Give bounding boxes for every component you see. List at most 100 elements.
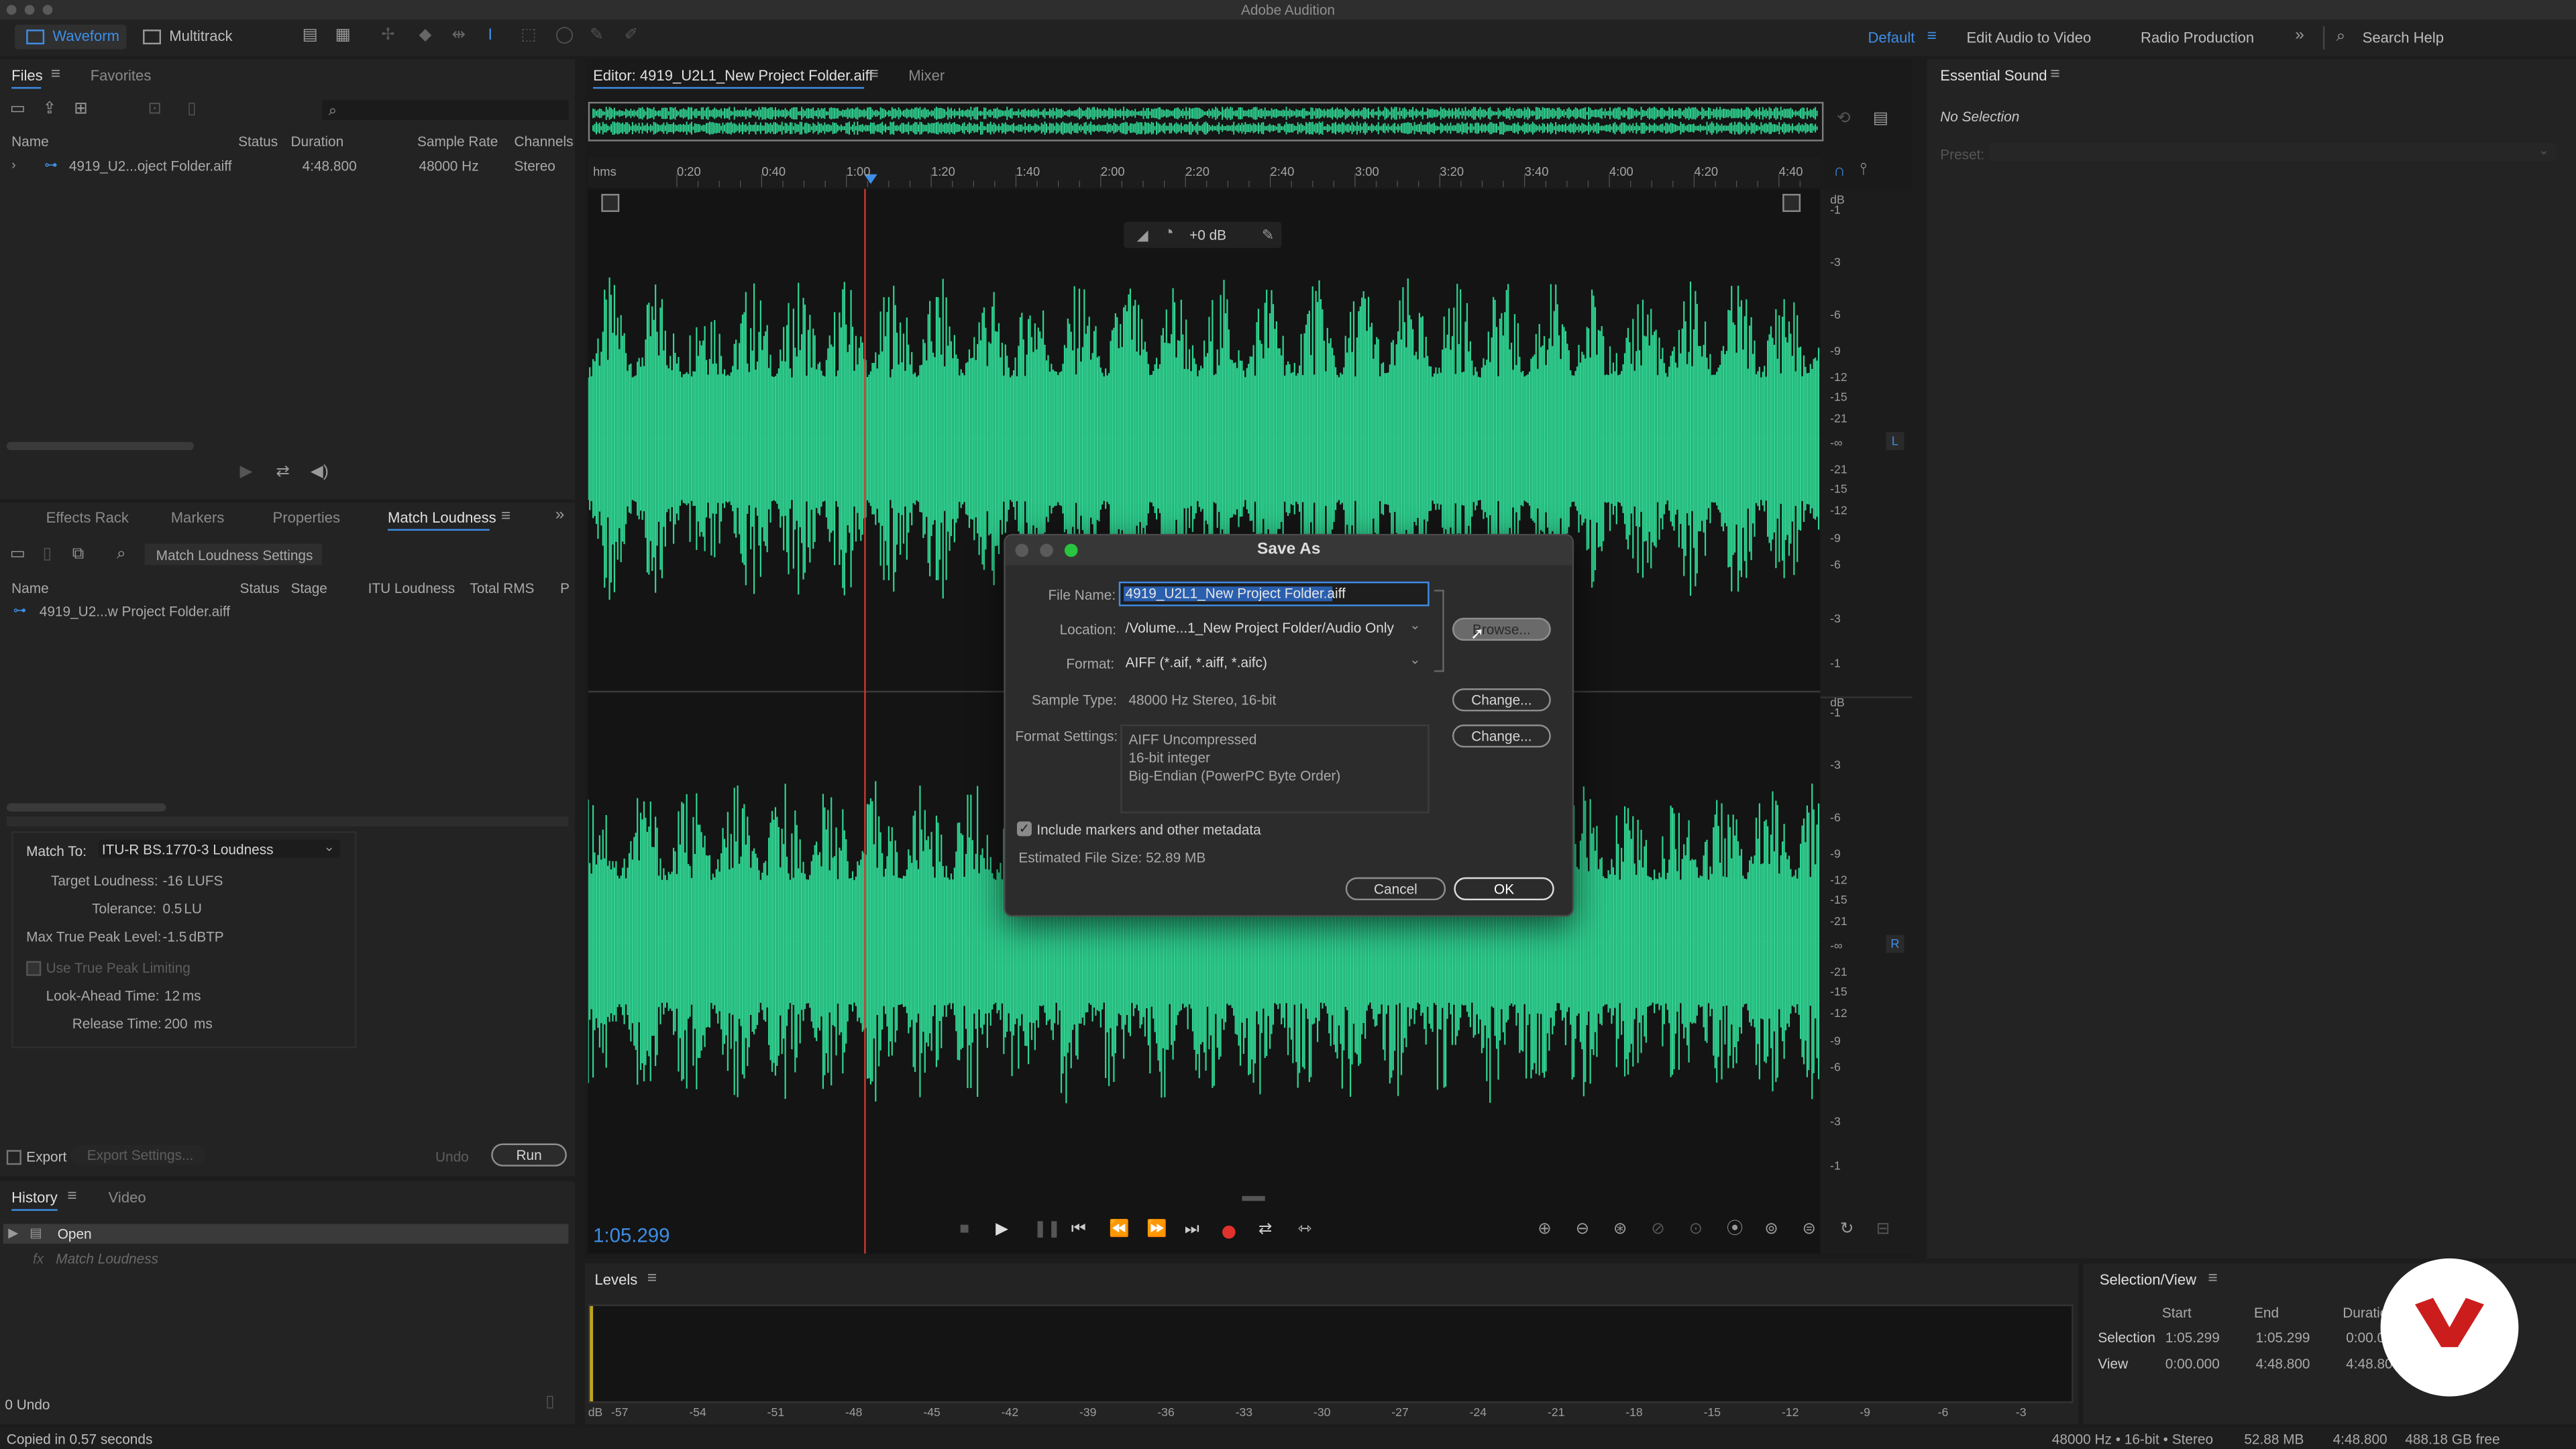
- close-file-icon[interactable]: ▯: [187, 101, 197, 118]
- col-p[interactable]: P: [560, 580, 570, 596]
- include-markers-checkbox[interactable]: ✓: [1016, 821, 1032, 837]
- previous-icon[interactable]: ⏮: [1071, 1222, 1086, 1238]
- horizontal-scroll-handle[interactable]: [1242, 1195, 1265, 1201]
- open-file-icon[interactable]: ▭: [10, 101, 25, 118]
- gain-knob-icon[interactable]: ◔: [1163, 224, 1174, 242]
- col-stage[interactable]: Stage: [290, 580, 327, 596]
- col-total-rms[interactable]: Total RMS: [470, 580, 534, 596]
- new-file-icon[interactable]: ⊞: [74, 101, 88, 118]
- search-help-input[interactable]: Search Help: [2363, 30, 2444, 46]
- channel-left-toggle[interactable]: L: [1886, 432, 1904, 451]
- fade-in-handle[interactable]: [601, 193, 620, 212]
- expand-chevron-icon[interactable]: ›: [11, 158, 16, 174]
- release-time-value[interactable]: 200: [164, 1015, 188, 1031]
- export-checkbox[interactable]: [6, 1150, 21, 1165]
- tab-match-loudness[interactable]: Match Loudness: [388, 509, 496, 525]
- col-duration[interactable]: Duration: [290, 133, 343, 149]
- pin-icon[interactable]: ✎: [1262, 227, 1274, 243]
- workspace-default[interactable]: Default: [1868, 30, 1915, 46]
- ok-button[interactable]: OK: [1454, 877, 1554, 901]
- col-sample-rate[interactable]: Sample Rate: [417, 133, 498, 149]
- next-icon[interactable]: ⏭: [1185, 1222, 1199, 1238]
- sv-view-start[interactable]: 0:00.000: [2165, 1355, 2220, 1371]
- slip-tool-icon[interactable]: ⇹: [451, 27, 466, 44]
- open-folder-icon[interactable]: ▭: [10, 546, 25, 564]
- workspace-menu-icon[interactable]: ≡: [1927, 29, 1937, 46]
- zoom-history-icon[interactable]: ↻: [1840, 1222, 1854, 1238]
- duplicate-icon[interactable]: ⧉: [72, 546, 84, 564]
- more-workspaces-icon[interactable]: »: [2295, 27, 2304, 44]
- zoom-full-icon[interactable]: ⊜: [1803, 1222, 1817, 1238]
- fast-forward-icon[interactable]: ⏩: [1146, 1222, 1167, 1238]
- zoom-reset-icon[interactable]: ⊟: [1876, 1222, 1890, 1238]
- splitter-handle[interactable]: [6, 816, 569, 826]
- loudness-list-scrollbar[interactable]: [6, 803, 166, 812]
- spot-healing-icon[interactable]: ✐: [625, 27, 639, 44]
- files-search-input[interactable]: ⌕: [322, 100, 569, 120]
- essential-sound-title[interactable]: Essential Sound: [1940, 67, 2047, 83]
- zoom-out-point-icon[interactable]: ⊚: [1764, 1222, 1778, 1238]
- time-selection-tool-icon[interactable]: I: [488, 27, 492, 44]
- lasso-tool-icon[interactable]: ◯: [555, 27, 574, 44]
- format-dropdown[interactable]: AIFF (*.aif, *.aiff, *.aifc) ⌄: [1120, 651, 1426, 672]
- tab-effects-rack[interactable]: Effects Rack: [46, 509, 129, 525]
- location-dropdown[interactable]: /Volume...1_New Project Folder/Audio Onl…: [1120, 616, 1426, 637]
- timeline-settings-icon[interactable]: ▤: [1873, 111, 1888, 128]
- sv-selection-start[interactable]: 1:05.299: [2165, 1329, 2220, 1345]
- loop-playback-icon[interactable]: ⇄: [1258, 1222, 1273, 1238]
- pause-icon[interactable]: ❚❚: [1033, 1222, 1061, 1238]
- zoom-in-point-icon[interactable]: ⦿: [1727, 1222, 1743, 1238]
- zoom-in-time-icon[interactable]: ⊛: [1613, 1222, 1627, 1238]
- hud-gain[interactable]: ◢ ◔ +0 dB ✎: [1124, 221, 1282, 248]
- history-menu-icon[interactable]: ≡: [67, 1189, 76, 1205]
- tab-mixer[interactable]: Mixer: [908, 67, 945, 83]
- files-scrollbar[interactable]: [6, 441, 194, 451]
- tab-markers[interactable]: Markers: [171, 509, 225, 525]
- waveform-mode-button[interactable]: Waveform: [15, 24, 127, 50]
- true-peak-limiting-checkbox[interactable]: [26, 961, 42, 976]
- zoom-out-full-icon[interactable]: ⟲: [1837, 111, 1851, 128]
- col-channels[interactable]: Channels: [515, 133, 574, 149]
- brush-tool-icon[interactable]: ✎: [590, 27, 604, 44]
- history-item-match-loudness[interactable]: fx Match Loudness: [3, 1248, 568, 1268]
- fade-out-handle[interactable]: [1782, 193, 1801, 212]
- current-time[interactable]: 1:05.299: [593, 1224, 669, 1247]
- undo-button[interactable]: Undo: [435, 1148, 469, 1165]
- run-button[interactable]: Run: [491, 1143, 567, 1167]
- remove-file-icon[interactable]: ▯: [43, 546, 52, 564]
- zoom-in-amplitude-icon[interactable]: ⊕: [1538, 1222, 1552, 1238]
- scan-icon[interactable]: ⌕: [117, 546, 126, 564]
- tab-files[interactable]: Files: [11, 67, 43, 83]
- move-tool-icon[interactable]: ✢: [381, 27, 395, 44]
- stop-icon[interactable]: ■: [959, 1222, 969, 1238]
- razor-tool-icon[interactable]: ◆: [419, 27, 431, 44]
- cancel-button[interactable]: Cancel: [1345, 877, 1446, 901]
- levels-menu-icon[interactable]: ≡: [647, 1271, 657, 1288]
- match-loudness-menu-icon[interactable]: ≡: [501, 508, 511, 525]
- overview-navigator[interactable]: [588, 101, 1824, 142]
- pitch-display-icon[interactable]: ▦: [335, 27, 351, 44]
- match-loudness-settings-toggle[interactable]: Match Loudness Settings: [144, 543, 323, 566]
- tab-properties[interactable]: Properties: [273, 509, 340, 525]
- workspace-radio-production[interactable]: Radio Production: [2141, 30, 2254, 46]
- look-ahead-value[interactable]: 12: [164, 987, 180, 1004]
- selection-view-menu-icon[interactable]: ≡: [2208, 1271, 2217, 1288]
- change-sample-type-button[interactable]: Change...: [1452, 688, 1551, 712]
- import-file-icon[interactable]: ⇪: [43, 101, 57, 118]
- loudness-file-row[interactable]: ⊶ 4919_U2...w Project Folder.aiff: [3, 601, 572, 621]
- marquee-tool-icon[interactable]: ⬚: [521, 27, 536, 44]
- tab-video[interactable]: Video: [109, 1189, 146, 1205]
- file-row[interactable]: › ⊶ 4919_U2...oject Folder.aiff 4:48.800…: [3, 156, 572, 176]
- play-preview-icon[interactable]: ▶: [240, 464, 253, 481]
- col-name[interactable]: Name: [11, 580, 49, 596]
- match-to-dropdown[interactable]: ITU-R BS.1770-3 Loudness ⌄: [98, 839, 340, 858]
- workspace-edit-audio-to-video[interactable]: Edit Audio to Video: [1966, 30, 2091, 46]
- export-settings-button[interactable]: Export Settings...: [70, 1144, 206, 1165]
- sv-view-end[interactable]: 4:48.800: [2255, 1355, 2310, 1371]
- col-itu-loudness[interactable]: ITU Loudness: [368, 580, 455, 596]
- history-item-open[interactable]: ▶ ▤ Open: [3, 1224, 569, 1244]
- zoom-out-time-icon[interactable]: ⊘: [1651, 1222, 1665, 1238]
- spectral-display-icon[interactable]: ▤: [303, 27, 318, 44]
- target-loudness-value[interactable]: -16: [162, 872, 182, 888]
- tolerance-value[interactable]: 0.5: [162, 900, 182, 916]
